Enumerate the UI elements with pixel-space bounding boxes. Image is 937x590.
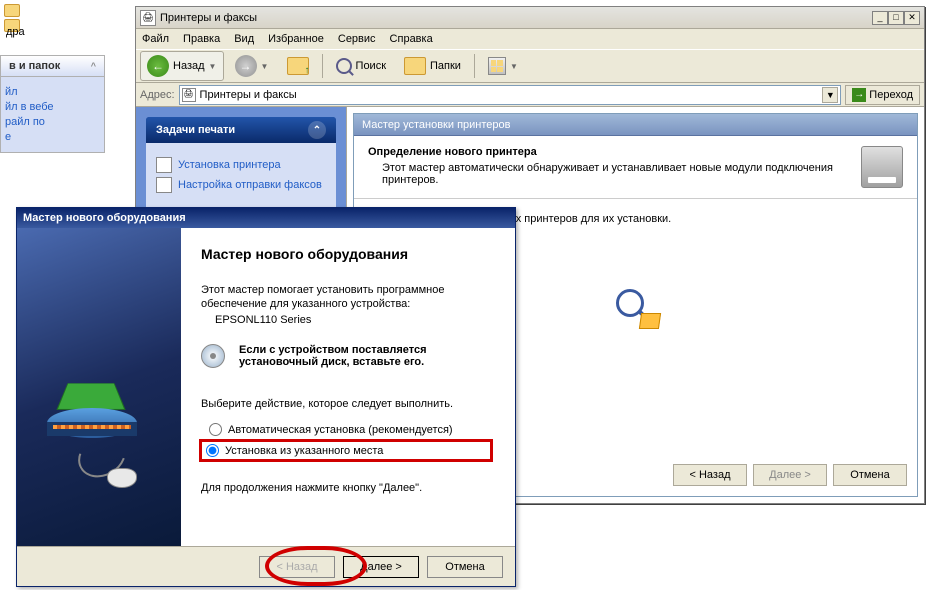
- folder-icon: [4, 4, 20, 17]
- address-value: Принтеры и факсы: [200, 89, 297, 101]
- wizard-text: Этот мастер помогает установить программ…: [201, 284, 495, 296]
- sidebar-tasks-header[interactable]: Задачи печати ⌃: [146, 117, 336, 143]
- sidebar-header-label: Задачи печати: [156, 124, 235, 136]
- printer-icon: [156, 157, 172, 173]
- folders-button[interactable]: Папки: [397, 53, 468, 79]
- menu-favorites[interactable]: Избранное: [268, 33, 324, 45]
- pcb-icon: [56, 383, 125, 410]
- radio-input[interactable]: [209, 423, 222, 436]
- search-button[interactable]: Поиск: [329, 54, 393, 78]
- wizard-cancel-button[interactable]: Отмена: [833, 464, 907, 486]
- fax-icon: [156, 177, 172, 193]
- menu-file[interactable]: Файл: [142, 33, 169, 45]
- radio-label: Автоматическая установка (рекомендуется): [228, 424, 453, 436]
- back-button[interactable]: ← Назад ▼: [140, 51, 224, 81]
- chevron-down-icon: ▼: [261, 62, 269, 71]
- sidebar-item-label: Настройка отправки факсов: [178, 179, 322, 191]
- radio-label: Установка из указанного места: [225, 445, 383, 457]
- search-icon: [336, 58, 352, 74]
- searching-icon: [612, 285, 660, 333]
- wizard-text: обеспечение для указанного устройства:: [201, 298, 495, 310]
- bg-label: дра: [6, 26, 25, 38]
- separator: [474, 54, 475, 78]
- back-button: < Назад: [259, 556, 335, 578]
- toolbar: ← Назад ▼ → ▼ Поиск Папки ▼: [136, 49, 924, 83]
- dialog-titlebar[interactable]: Мастер нового оборудования: [17, 208, 515, 228]
- cd-instruction: Если с устройством поставляется: [239, 344, 427, 356]
- separator: [322, 54, 323, 78]
- menu-edit[interactable]: Правка: [183, 33, 220, 45]
- address-combo[interactable]: 🖨 Принтеры и факсы ▼: [179, 85, 842, 105]
- printer-icon: 🖨: [182, 88, 196, 102]
- go-label: Переход: [869, 89, 913, 101]
- sidebar-item-fax-setup[interactable]: Настройка отправки факсов: [156, 177, 326, 193]
- sidebar-item-label: Установка принтера: [178, 159, 281, 171]
- wizard-sidebar-graphic: [17, 228, 181, 546]
- sidebar-item-add-printer[interactable]: Установка принтера: [156, 157, 326, 173]
- radio-input[interactable]: [206, 444, 219, 457]
- radio-manual-install[interactable]: Установка из указанного места: [206, 444, 383, 457]
- folders-label: Папки: [430, 60, 461, 72]
- select-action-label: Выберите действие, которое следует выпол…: [201, 398, 495, 410]
- maximize-button[interactable]: □: [888, 11, 904, 25]
- bg-tasks-header: в и папок ^: [0, 55, 105, 77]
- menu-help[interactable]: Справка: [390, 33, 433, 45]
- folder-up-icon: [287, 57, 309, 75]
- forward-button[interactable]: → ▼: [228, 51, 276, 81]
- cancel-button[interactable]: Отмена: [427, 556, 503, 578]
- printer-icon: 🖨: [140, 10, 156, 26]
- wizard-heading: Определение нового принтера: [368, 146, 861, 158]
- continue-label: Для продолжения нажмите кнопку "Далее".: [201, 482, 495, 494]
- new-hardware-wizard-dialog: Мастер нового оборудования Мастер нового…: [16, 207, 516, 587]
- menu-view[interactable]: Вид: [234, 33, 254, 45]
- wizard-heading: Мастер нового оборудования: [201, 246, 495, 262]
- highlighted-option: Установка из указанного места: [199, 439, 493, 462]
- bg-task-link[interactable]: е: [5, 131, 100, 143]
- close-button[interactable]: ✕: [904, 11, 920, 25]
- address-label: Адрес:: [140, 89, 175, 101]
- chevron-down-icon: ▼: [510, 62, 518, 71]
- mouse-icon: [107, 468, 137, 488]
- wizard-subheading: Этот мастер автоматически обнаруживает и…: [368, 162, 861, 186]
- address-bar: Адрес: 🖨 Принтеры и факсы ▼ → Переход: [136, 83, 924, 107]
- radio-auto-install[interactable]: Автоматическая установка (рекомендуется): [209, 423, 495, 436]
- chevron-up-icon[interactable]: ^: [91, 61, 96, 71]
- printer-icon: [861, 146, 903, 188]
- search-label: Поиск: [356, 60, 386, 72]
- cd-instruction: установочный диск, вставьте его.: [239, 356, 427, 368]
- wizard-back-button[interactable]: < Назад: [673, 464, 747, 486]
- up-button[interactable]: [280, 53, 316, 79]
- device-name: EPSONL110 Series: [215, 314, 495, 326]
- views-icon: [488, 57, 506, 75]
- bg-task-link[interactable]: йл: [5, 86, 100, 98]
- back-arrow-icon: ←: [147, 55, 169, 77]
- wizard-panel-title: Мастер установки принтеров: [354, 114, 917, 136]
- go-arrow-icon: →: [852, 88, 866, 102]
- wizard-next-button: Далее >: [753, 464, 827, 486]
- menu-tools[interactable]: Сервис: [338, 33, 376, 45]
- folder-icon: [404, 57, 426, 75]
- window-titlebar[interactable]: 🖨 Принтеры и факсы _ □ ✕: [136, 7, 924, 29]
- views-button[interactable]: ▼: [481, 53, 525, 79]
- chevron-up-icon[interactable]: ⌃: [308, 121, 326, 139]
- menu-bar: Файл Правка Вид Избранное Сервис Справка: [136, 29, 924, 49]
- window-title: Принтеры и факсы: [160, 12, 872, 24]
- cd-icon: [201, 344, 229, 372]
- forward-arrow-icon: →: [235, 55, 257, 77]
- back-label: Назад: [173, 60, 205, 72]
- address-dropdown-button[interactable]: ▼: [822, 87, 838, 103]
- wizard-buttons: < Назад Далее > Отмена: [17, 546, 515, 586]
- go-button[interactable]: → Переход: [845, 85, 920, 105]
- bg-task-link[interactable]: райл по: [5, 116, 100, 128]
- next-button[interactable]: Далее >: [343, 556, 419, 578]
- hdd-front-icon: [47, 422, 137, 436]
- bg-task-link[interactable]: йл в вебе: [5, 101, 100, 113]
- minimize-button[interactable]: _: [872, 11, 888, 25]
- chevron-down-icon: ▼: [209, 62, 217, 71]
- dialog-title: Мастер нового оборудования: [23, 212, 186, 224]
